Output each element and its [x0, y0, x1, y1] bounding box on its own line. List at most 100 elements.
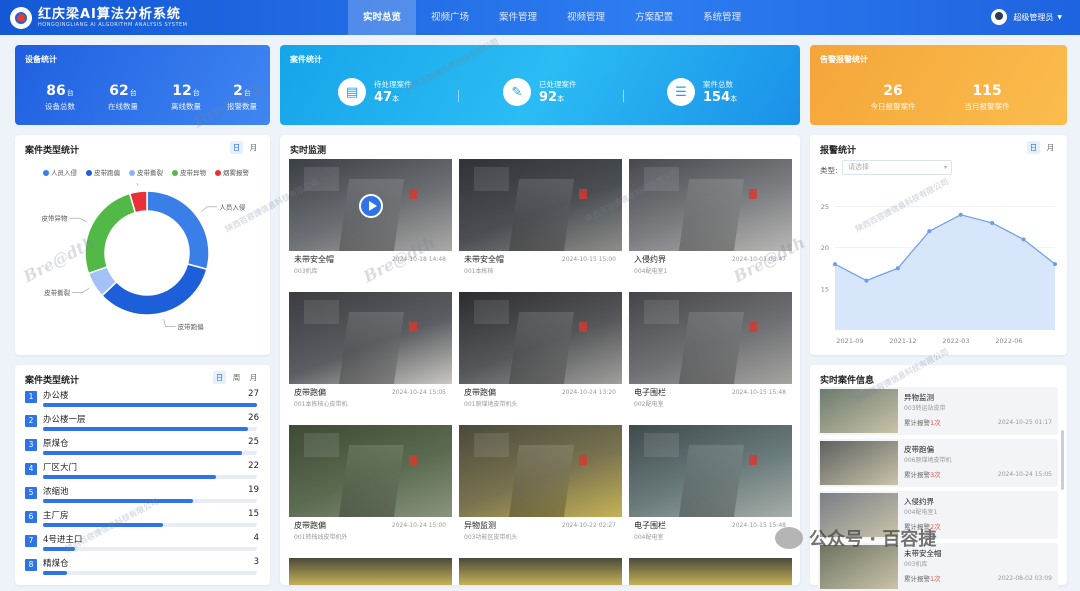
- realtime-case-item[interactable]: 异物监测 003转运站皮带 累计报警1次 2024-10-25 01:17: [818, 387, 1058, 435]
- play-icon[interactable]: [359, 194, 383, 218]
- x-tick-label: 2022-03: [942, 337, 969, 345]
- video-thumbnail[interactable]: [459, 292, 622, 384]
- video-tile[interactable]: 未带安全帽 001本栋核 2024-10-15 15:00: [459, 159, 622, 278]
- pie-slice[interactable]: [84, 192, 137, 275]
- video-tile[interactable]: 异物监测 003功能区皮带机头 2024-10-22 02:27: [459, 425, 622, 544]
- video-tile[interactable]: 电子围栏 004配电室 2024-10-15 15:48: [629, 425, 792, 544]
- video-thumbnail[interactable]: [289, 292, 452, 384]
- video-tile[interactable]: 皮带跑偏 001转栈线皮带机外 2024-10-24 15:00: [289, 425, 452, 544]
- data-point[interactable]: [958, 212, 963, 217]
- data-point[interactable]: [864, 278, 869, 283]
- rank-name: 精煤仓: [43, 559, 69, 569]
- data-point[interactable]: [833, 262, 837, 267]
- video-thumbnail[interactable]: [629, 292, 792, 384]
- video-location: 004配电室: [634, 534, 664, 541]
- case-time: 2024-10-25 01:17: [997, 419, 1052, 426]
- legend-swatch: [215, 170, 221, 176]
- ranking-row: 3 原煤仓 25: [25, 437, 265, 459]
- data-point[interactable]: [927, 229, 932, 234]
- pie-leader-line: [200, 206, 218, 212]
- video-tile[interactable]: 未带安全帽 003机库 2024-10-18 14:48: [289, 159, 452, 278]
- video-time: 2024-10-03 03:47: [731, 256, 786, 263]
- pie-slice[interactable]: [146, 190, 210, 271]
- video-tile[interactable]: 入侵约界 004配电室1 2024-10-03 03:47: [629, 159, 792, 278]
- period-toggle: 日 周 月: [213, 371, 260, 384]
- video-thumbnail[interactable]: [459, 558, 622, 585]
- y-tick-label: 25: [821, 203, 829, 211]
- avatar: [991, 9, 1008, 25]
- nav-plan-config[interactable]: 方案配置: [620, 0, 688, 35]
- rank-value: 27: [248, 389, 259, 399]
- toggle-day[interactable]: 日: [213, 371, 226, 384]
- legend-item[interactable]: 烟雾报警: [215, 167, 249, 177]
- video-caption: 入侵约界: [634, 255, 666, 264]
- rank-name: 4号进主口: [43, 535, 83, 545]
- rank-name: 厂区大门: [43, 463, 78, 473]
- nav-system-management[interactable]: 系统管理: [688, 0, 756, 35]
- realtime-case-item[interactable]: 皮带跑偏 006原煤地皮带机 累计报警3次 2024-10-24 15:05: [818, 439, 1058, 487]
- legend-item[interactable]: 皮带异物: [172, 167, 206, 177]
- video-caption: 皮带跑偏: [464, 388, 496, 397]
- video-thumbnail[interactable]: [629, 425, 792, 517]
- legend-item[interactable]: 皮带撕裂: [129, 167, 163, 177]
- alarm-line-chart: 25 20 15 2021-09 2021-12 2022-03 2022-06: [821, 203, 1057, 345]
- rank-bar: [43, 499, 257, 503]
- data-point[interactable]: [1053, 262, 1057, 267]
- data-point[interactable]: [1021, 237, 1026, 242]
- toggle-month[interactable]: 月: [1044, 141, 1057, 154]
- rank-number: 6: [25, 511, 37, 523]
- ranking-row: 2 办公楼一层 26: [25, 413, 265, 435]
- video-caption: 电子围栏: [634, 521, 666, 530]
- legend-swatch: [86, 170, 92, 176]
- video-tile[interactable]: 皮带跑偏 001原煤地皮带机头 2024-10-24 13:20: [459, 292, 622, 411]
- device-stats-card: 设备统计 86台 设备总数 62台 在线数量 12台 离线数量 2台 报警数量: [15, 45, 270, 125]
- nav-video-square[interactable]: 视频广场: [416, 0, 484, 35]
- nav-case-management[interactable]: 案件管理: [484, 0, 552, 35]
- video-thumbnail[interactable]: [459, 425, 622, 517]
- pie-slice[interactable]: [100, 263, 208, 316]
- case-type-chart-card: 案件类型统计 日 月 人员入侵 皮带跑偏 皮带撕裂 皮带异物 烟雾报警 人员入侵 皮带跑偏…: [15, 135, 270, 355]
- video-thumbnail[interactable]: [629, 159, 792, 251]
- video-caption: 皮带跑偏: [294, 521, 326, 530]
- case-time: 2024-10-24 15:05: [997, 471, 1052, 478]
- video-location: 003机库: [294, 268, 318, 275]
- legend-item[interactable]: 皮带跑偏: [86, 167, 120, 177]
- user-menu[interactable]: 超级管理员 ▼: [991, 9, 1062, 25]
- video-time: 2024-10-24 15:05: [391, 389, 446, 396]
- document-icon: ▤: [338, 78, 366, 106]
- data-point[interactable]: [990, 220, 995, 225]
- rank-number: 5: [25, 487, 37, 499]
- video-tile[interactable]: 皮带跑偏 001本栋核心皮带机 2024-10-24 15:05: [289, 292, 452, 411]
- legend-item[interactable]: 人员入侵: [43, 167, 77, 177]
- case-stats-title: 案件统计: [290, 55, 322, 64]
- video-location: 001本栋核心皮带机: [294, 401, 348, 408]
- toggle-month[interactable]: 月: [247, 371, 260, 384]
- nav-overview[interactable]: 实时总览: [348, 0, 417, 35]
- pie-label: 人员入侵: [219, 202, 246, 211]
- toggle-week[interactable]: 周: [230, 371, 243, 384]
- case-thumbnail[interactable]: [820, 389, 898, 433]
- logo-icon: [10, 6, 32, 29]
- scrollbar[interactable]: [1061, 430, 1064, 490]
- toggle-day[interactable]: 日: [230, 141, 243, 154]
- alarm-chart-card: 报警统计 日 月 类型: 请选择 ▾ 25 20 15 2021-09 2021-12 2…: [810, 135, 1067, 355]
- rank-number: 7: [25, 535, 37, 547]
- case-thumbnail[interactable]: [820, 441, 898, 485]
- video-thumbnail[interactable]: [629, 558, 792, 585]
- video-thumbnail[interactable]: [459, 159, 622, 251]
- video-location: 001原煤地皮带机头: [464, 401, 518, 408]
- nav-video-management[interactable]: 视频管理: [552, 0, 620, 35]
- video-thumbnail[interactable]: [289, 425, 452, 517]
- y-tick-label: 20: [821, 244, 829, 252]
- x-tick-label: 2022-06: [995, 337, 1022, 345]
- toggle-month[interactable]: 月: [247, 141, 260, 154]
- video-tile[interactable]: 电子围栏 002配电室 2024-10-15 15:48: [629, 292, 792, 411]
- data-point[interactable]: [895, 266, 900, 271]
- ranking-row: 4 厂区大门 22: [25, 461, 265, 483]
- toggle-day[interactable]: 日: [1027, 141, 1040, 154]
- type-filter-select[interactable]: 请选择 ▾: [842, 160, 952, 175]
- case-thumbnail[interactable]: [820, 545, 898, 589]
- video-thumbnail[interactable]: [289, 558, 452, 585]
- ranking-row: 8 精煤仓 3: [25, 557, 265, 579]
- case-count: 累计报警3次: [904, 471, 941, 479]
